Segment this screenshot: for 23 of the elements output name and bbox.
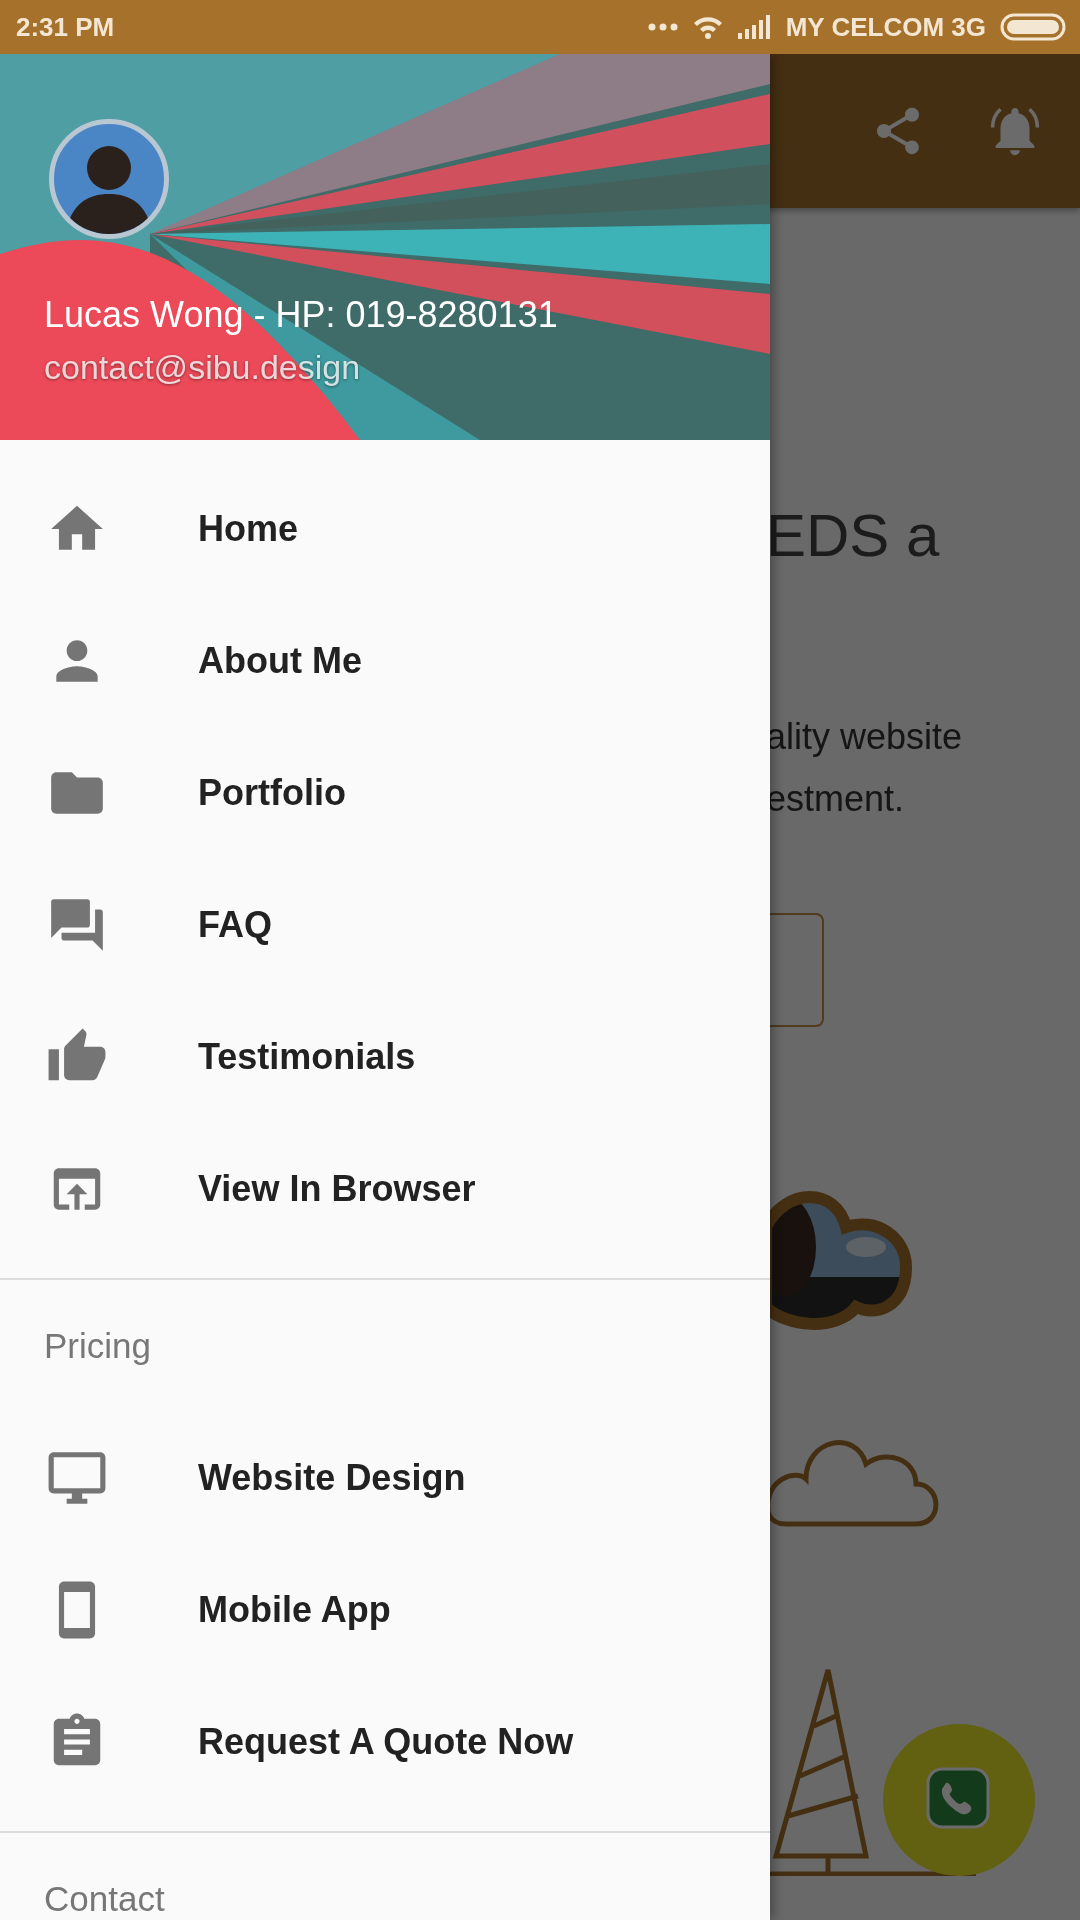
- signal-icon: [737, 15, 772, 39]
- battery-icon: [1000, 13, 1066, 41]
- menu-item[interactable]: Testimonials: [0, 991, 770, 1123]
- menu-item-label: Website Design: [198, 1457, 466, 1499]
- menu-item-label: Mobile App: [198, 1589, 391, 1631]
- menu-item-label: View In Browser: [198, 1168, 476, 1210]
- clock-time: 2:31 PM: [16, 11, 115, 43]
- menu-item[interactable]: Mobile App: [0, 1544, 770, 1676]
- section-header: Pricing: [44, 1326, 151, 1366]
- menu-item-label: Request A Quote Now: [198, 1721, 574, 1763]
- menu-item-label: Home: [198, 508, 299, 550]
- menu-item-label: FAQ: [198, 904, 272, 946]
- menu-item[interactable]: Request A Quote Now: [0, 1676, 770, 1808]
- menu-item[interactable]: FAQ: [0, 859, 770, 991]
- user-name: Lucas Wong - HP: 019-8280131: [44, 294, 558, 336]
- more-dots-icon: [647, 23, 678, 31]
- section-header: Contact: [44, 1879, 165, 1919]
- menu-item[interactable]: Website Design: [0, 1412, 770, 1544]
- menu-item[interactable]: View In Browser: [0, 1123, 770, 1255]
- menu-item-label: Testimonials: [198, 1036, 416, 1078]
- menu-item-label: About Me: [198, 640, 362, 682]
- menu-item-label: Portfolio: [198, 772, 346, 814]
- carrier-name: MY CELCOM 3G: [785, 11, 986, 43]
